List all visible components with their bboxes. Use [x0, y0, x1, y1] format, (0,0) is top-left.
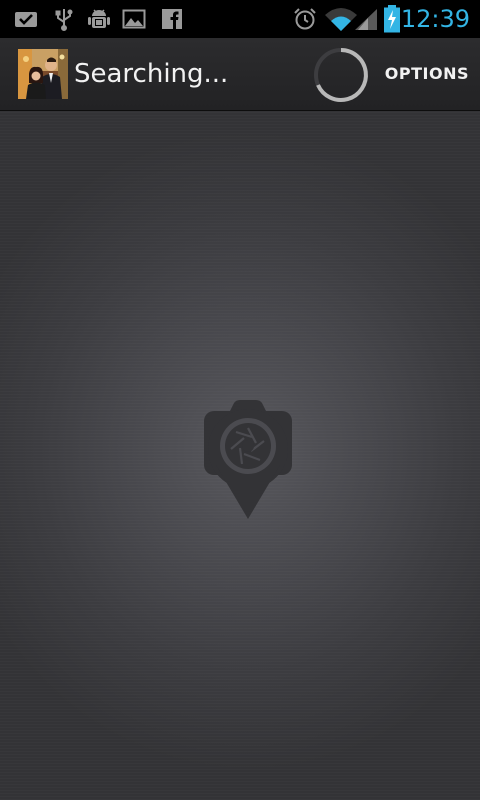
status-clock: 12:39: [400, 5, 470, 33]
image-icon: [122, 7, 146, 31]
camera-location-pin-icon: [200, 397, 296, 521]
action-bar: Searching... OPTIONS: [0, 38, 480, 111]
main-content: [0, 111, 480, 800]
profile-avatar[interactable]: [18, 49, 68, 99]
status-bar: 12:39: [0, 0, 480, 38]
page-title: Searching...: [74, 59, 229, 89]
gmail-icon: [14, 7, 38, 31]
cell-signal-icon: [352, 7, 378, 31]
usb-icon: [52, 7, 76, 31]
loading-spinner-icon: [312, 46, 370, 104]
battery-charging-icon: [382, 5, 402, 33]
android-debug-icon: [86, 7, 112, 31]
facebook-icon: [160, 7, 184, 31]
alarm-icon: [292, 7, 318, 31]
options-button[interactable]: OPTIONS: [385, 38, 469, 110]
